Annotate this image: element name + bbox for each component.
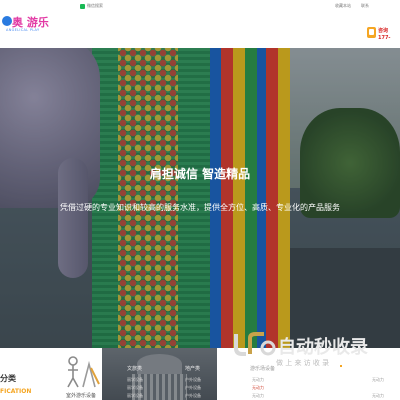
main-nav: 户外游乐设备 室内游乐设备 解决方案 新闻动态 关于我们 联系我们 公司画册 bbox=[97, 30, 362, 37]
topbar-right-links: 收藏本站 联系 bbox=[335, 3, 369, 9]
menu-row[interactable]: 丽学设备 bbox=[127, 385, 143, 391]
menu-row[interactable]: 丽学设备 bbox=[127, 393, 143, 399]
nav-item-contact[interactable]: 联系我们 bbox=[292, 30, 312, 37]
nav-item-brochure[interactable]: 公司画册 bbox=[327, 30, 347, 37]
phone-label: 咨询 bbox=[378, 28, 389, 34]
favorite-link[interactable]: 收藏本站 bbox=[335, 3, 351, 9]
phone-number: 177- bbox=[378, 35, 391, 41]
brand-tagline: ANGELICAL PLAY bbox=[6, 28, 40, 32]
wechat-search[interactable]: 微信搜索 bbox=[80, 3, 103, 9]
menu-row[interactable]: 户外设备 bbox=[185, 393, 201, 399]
menu-row[interactable]: 无动力 bbox=[252, 393, 264, 399]
category-icon-label[interactable]: 室外游乐设备 bbox=[66, 392, 96, 399]
wechat-search-label: 微信搜索 bbox=[87, 3, 103, 8]
wechat-icon bbox=[80, 3, 85, 9]
watermark-text: 自动秒收录 bbox=[278, 337, 368, 358]
menu-row[interactable]: 户外设备 bbox=[185, 385, 201, 391]
category-subtitle: FICATION bbox=[0, 388, 32, 395]
menu-row[interactable]: 无动力 bbox=[372, 377, 384, 383]
nav-item-about[interactable]: 关于我们 bbox=[257, 30, 277, 37]
nav-item-indoor[interactable]: 室内游乐设备 bbox=[142, 30, 172, 37]
hero-banner: 肩担诚信 智造精品 凭借过硬的专业知识和较高的服务水准，提供全方位、高质、专业化… bbox=[0, 48, 400, 348]
menu-row[interactable]: 无动力 bbox=[252, 377, 264, 383]
hero-subtitle: 凭借过硬的专业知识和较高的服务水准，提供全方位、高质、专业化的产品服务 bbox=[60, 203, 340, 212]
site-logo[interactable]: 奥 游乐 ANGELICAL PLAY bbox=[2, 14, 80, 38]
nav-item-news[interactable]: 新闻动态 bbox=[222, 30, 242, 37]
watermark: 自动秒收录 做 上 来 访 收 录 bbox=[232, 330, 380, 370]
menu-row[interactable]: 无动力 bbox=[252, 385, 264, 391]
nav-item-solutions[interactable]: 解决方案 bbox=[187, 30, 207, 37]
watermark-subtext: 做 上 来 访 收 录 bbox=[276, 359, 330, 367]
hero-title: 肩担诚信 智造精品 bbox=[149, 167, 251, 181]
playground-icon[interactable] bbox=[63, 354, 101, 392]
contact-phone[interactable]: 咨询 177- bbox=[367, 24, 400, 44]
phone-icon bbox=[367, 27, 376, 38]
watermark-logo-icon bbox=[234, 332, 276, 356]
menu-heading[interactable]: 文旅类 bbox=[127, 365, 142, 372]
menu-heading[interactable]: 地产类 bbox=[185, 365, 200, 372]
menu-row[interactable]: 户外设备 bbox=[185, 377, 201, 383]
logo-mark-icon bbox=[2, 16, 12, 26]
nav-item-outdoor[interactable]: 户外游乐设备 bbox=[97, 30, 127, 37]
menu-row[interactable]: 无动力 bbox=[372, 393, 384, 399]
menu-row[interactable]: 丽学设备 bbox=[127, 377, 143, 383]
top-bar: 微信搜索 收藏本站 联系 bbox=[0, 0, 400, 12]
contact-link[interactable]: 联系 bbox=[361, 3, 369, 9]
category-title: 分类 bbox=[0, 374, 16, 383]
